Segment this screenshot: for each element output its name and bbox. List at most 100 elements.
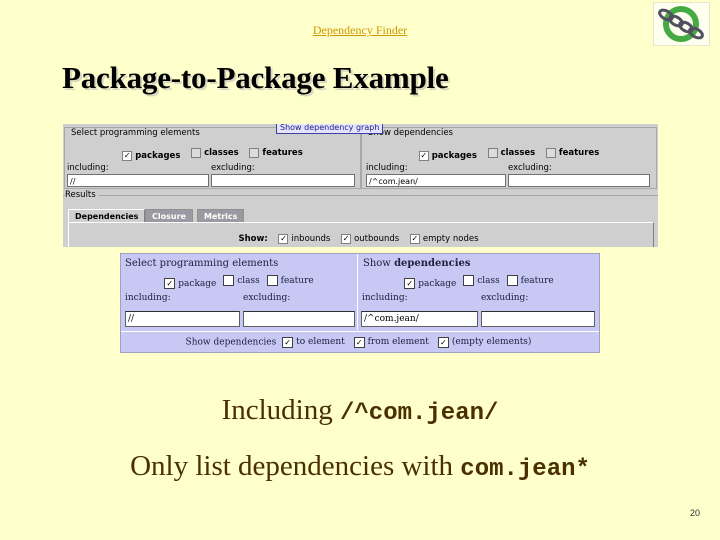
checkbox-box[interactable] [463, 275, 475, 286]
excluding-label: excluding: [243, 293, 291, 303]
show-dependencies-label: Show dependencies [185, 337, 277, 348]
only-list-caption: Only list dependencies with com.jean* [0, 450, 720, 483]
results-divider [63, 195, 658, 196]
checkbox-box[interactable]: ✓ [437, 336, 449, 348]
checkbox-box[interactable]: ✓ [282, 336, 294, 348]
tooltip: Show dependency graph [276, 124, 384, 134]
show-options-row: Show: ✓ inbounds ✓ outbounds ✓ empty nodes [63, 234, 658, 244]
checkbox-label: class [477, 275, 500, 286]
checkbox-label: feature [520, 275, 554, 286]
checkbox-label: features [558, 148, 600, 158]
including-caption: Including /^com.jean/ [0, 394, 720, 427]
show-dependencies-column: Show dependencies ✓ package class feature… [359, 254, 599, 330]
excluding-label: excluding: [508, 163, 552, 173]
checkbox-box[interactable]: ✓ [164, 278, 176, 289]
slide-title: Package-to-Package Example [62, 60, 449, 95]
checkbox-label: feature [280, 275, 314, 286]
excluding-input[interactable] [481, 311, 595, 327]
tab-closure[interactable]: Closure [145, 209, 193, 223]
page-number: 20 [690, 508, 701, 518]
features-checkbox[interactable]: features [249, 148, 303, 158]
including-input[interactable]: // [125, 311, 240, 327]
checkbox-label: packages [135, 151, 181, 161]
checkbox-box[interactable] [266, 275, 278, 286]
empty-elements-checkbox[interactable]: ✓ (empty elements) [437, 332, 532, 352]
show-label: Show: [238, 234, 268, 244]
caption-text: Including [221, 394, 340, 426]
dependency-finder-link[interactable]: Dependency Finder [0, 23, 720, 38]
checkbox-box[interactable] [249, 148, 260, 158]
checkbox-box[interactable]: ✓ [418, 151, 429, 161]
feature-checkbox[interactable]: feature [506, 275, 554, 286]
package-checkbox[interactable]: ✓ package [164, 278, 216, 289]
excluding-input[interactable] [211, 174, 355, 187]
inbounds-checkbox[interactable]: ✓ inbounds [278, 234, 330, 244]
caption-code: com.jean* [460, 456, 590, 483]
show-dependencies-panel: Show dependencies ✓ packages classes feat… [361, 127, 657, 189]
title-bold: dependencies [394, 258, 471, 269]
checkbox-box[interactable] [545, 148, 556, 158]
checkbox-label: package [178, 278, 217, 289]
caption-code: /^com.jean/ [339, 400, 499, 427]
packages-checkbox[interactable]: ✓ packages [418, 151, 477, 161]
including-input[interactable]: /^com.jean/ [366, 174, 506, 187]
feature-checkbox[interactable]: feature [266, 275, 314, 286]
checkbox-box[interactable]: ✓ [353, 336, 365, 348]
excluding-label: excluding: [211, 163, 255, 173]
checkbox-label: to element [296, 337, 345, 347]
including-label: including: [362, 293, 408, 303]
column-title: Show dependencies [363, 258, 471, 269]
package-checkbox[interactable]: ✓ package [404, 278, 456, 289]
classes-checkbox[interactable]: classes [487, 148, 536, 158]
class-checkbox[interactable]: class [223, 275, 260, 286]
classes-checkbox[interactable]: classes [191, 148, 239, 158]
select-elements-panel: Select programming elements ✓ packages cl… [64, 127, 361, 189]
checkbox-label: package [418, 278, 457, 289]
checkbox-label: class [237, 275, 260, 286]
swing-app-screenshot: Select programming elements ✓ packages cl… [63, 124, 658, 247]
checkbox-label: classes [500, 148, 536, 158]
including-input[interactable]: /^com.jean/ [361, 311, 478, 327]
checkbox-label: classes [204, 148, 239, 158]
including-label: including: [67, 163, 109, 173]
web-form-screenshot: Select programming elements ✓ package cla… [120, 253, 600, 353]
checkbox-label: inbounds [291, 234, 331, 244]
from-element-checkbox[interactable]: ✓ from element [353, 332, 429, 352]
features-checkbox[interactable]: features [545, 148, 600, 158]
title-prefix: Show [363, 258, 395, 269]
class-checkbox[interactable]: class [463, 275, 500, 286]
checkbox-label: features [262, 148, 303, 158]
panel-title: Select programming elements [69, 128, 202, 138]
including-label: including: [366, 163, 408, 173]
show-dependencies-row: Show dependencies ✓ to element ✓ from elem… [121, 331, 599, 352]
checkbox-box[interactable] [487, 148, 498, 158]
checkbox-box[interactable] [506, 275, 518, 286]
caption-text: Only list dependencies with [130, 450, 461, 482]
packages-checkbox[interactable]: ✓ packages [122, 151, 180, 161]
checkbox-label: empty nodes [422, 234, 479, 244]
including-input[interactable]: // [67, 174, 209, 187]
checkbox-box[interactable]: ✓ [404, 278, 416, 289]
outbounds-checkbox[interactable]: ✓ outbounds [341, 234, 399, 244]
select-elements-column: Select programming elements ✓ package cla… [121, 254, 358, 330]
checkbox-box[interactable]: ✓ [278, 234, 289, 244]
results-label: Results [65, 190, 98, 200]
checkbox-box[interactable] [223, 275, 235, 286]
checkbox-label: outbounds [354, 234, 400, 244]
excluding-input[interactable] [508, 174, 650, 187]
chain-logo-icon [653, 2, 710, 46]
including-label: including: [125, 293, 171, 303]
checkbox-label: from element [367, 337, 429, 347]
checkbox-box[interactable]: ✓ [409, 234, 420, 244]
excluding-input[interactable] [243, 311, 355, 327]
checkbox-box[interactable] [191, 148, 202, 158]
to-element-checkbox[interactable]: ✓ to element [282, 332, 345, 352]
tab-metrics[interactable]: Metrics [197, 209, 245, 223]
empty-nodes-checkbox[interactable]: ✓ empty nodes [409, 234, 479, 244]
checkbox-box[interactable]: ✓ [341, 234, 352, 244]
tab-dependencies[interactable]: Dependencies [68, 209, 146, 223]
excluding-label: excluding: [481, 293, 529, 303]
checkbox-label: packages [431, 151, 477, 161]
checkbox-box[interactable]: ✓ [122, 151, 133, 161]
checkbox-label: (empty elements) [451, 337, 532, 347]
